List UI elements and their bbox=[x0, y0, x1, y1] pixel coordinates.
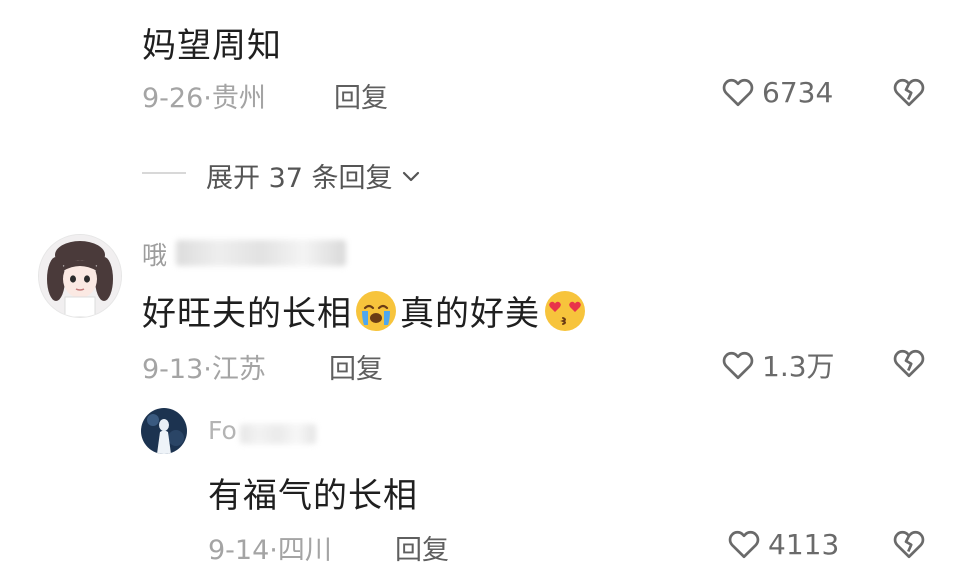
username-visible: 哦 bbox=[142, 241, 168, 270]
broken-heart-icon bbox=[893, 530, 925, 559]
username-visible: Fo bbox=[208, 416, 237, 445]
comment-text-part1: 好旺夫的长相 bbox=[142, 294, 352, 334]
comment-location: 四川 bbox=[277, 535, 332, 566]
comment-date: 9-26 bbox=[142, 83, 204, 114]
username-redacted bbox=[240, 424, 316, 444]
like-button[interactable]: 6734 bbox=[720, 74, 833, 110]
heart-icon bbox=[728, 530, 760, 559]
expand-divider bbox=[142, 172, 186, 174]
figure-avatar-icon bbox=[141, 408, 187, 454]
meta-separator: · bbox=[269, 535, 278, 566]
like-count: 6734 bbox=[762, 75, 834, 109]
expand-replies-label: 展开 37 条回复 bbox=[206, 163, 393, 194]
broken-heart-icon bbox=[893, 78, 925, 107]
username[interactable]: 哦 bbox=[142, 236, 167, 272]
comment-location: 江苏 bbox=[211, 354, 266, 385]
comment-location: 贵州 bbox=[211, 83, 266, 114]
comment-text: 妈望周知 bbox=[142, 26, 282, 66]
avatar[interactable] bbox=[141, 408, 187, 454]
comment-text: 好旺夫的长相 真的好美 bbox=[142, 286, 588, 335]
reply-button[interactable]: 回复 bbox=[329, 347, 383, 386]
like-count: 1.3万 bbox=[762, 350, 835, 383]
heart-icon bbox=[722, 351, 754, 380]
crying-face-icon bbox=[356, 290, 396, 331]
comment-meta: 9-26·贵州 bbox=[142, 76, 266, 115]
avatar[interactable] bbox=[38, 234, 122, 318]
meta-separator: · bbox=[203, 354, 212, 385]
username-redacted bbox=[176, 240, 346, 266]
comment-date: 9-14 bbox=[208, 535, 270, 566]
reply-button[interactable]: 回复 bbox=[334, 76, 388, 115]
username[interactable]: Fo bbox=[208, 416, 237, 445]
dislike-button[interactable] bbox=[890, 345, 928, 385]
expand-replies-button[interactable]: 展开 37 条回复 bbox=[206, 156, 423, 195]
heart-icon bbox=[722, 78, 754, 107]
dislike-button[interactable] bbox=[890, 74, 928, 114]
like-button[interactable]: 4113 bbox=[726, 526, 839, 562]
anime-girl-avatar-icon bbox=[39, 235, 121, 317]
meta-separator: · bbox=[203, 83, 212, 114]
broken-heart-icon bbox=[893, 349, 925, 378]
comment-meta: 9-13·江苏 bbox=[142, 347, 266, 386]
comment-text: 有福气的长相 bbox=[208, 476, 418, 516]
comment-date: 9-13 bbox=[142, 354, 204, 385]
reply-button[interactable]: 回复 bbox=[395, 528, 449, 567]
comment-meta: 9-14·四川 bbox=[208, 528, 332, 567]
dislike-button[interactable] bbox=[890, 526, 928, 566]
like-count: 4113 bbox=[768, 527, 840, 561]
like-button[interactable]: 1.3万 bbox=[720, 345, 835, 385]
comment-text-part2: 真的好美 bbox=[400, 294, 540, 334]
heart-eyes-kiss-icon bbox=[545, 290, 585, 331]
chevron-down-icon bbox=[402, 171, 419, 181]
